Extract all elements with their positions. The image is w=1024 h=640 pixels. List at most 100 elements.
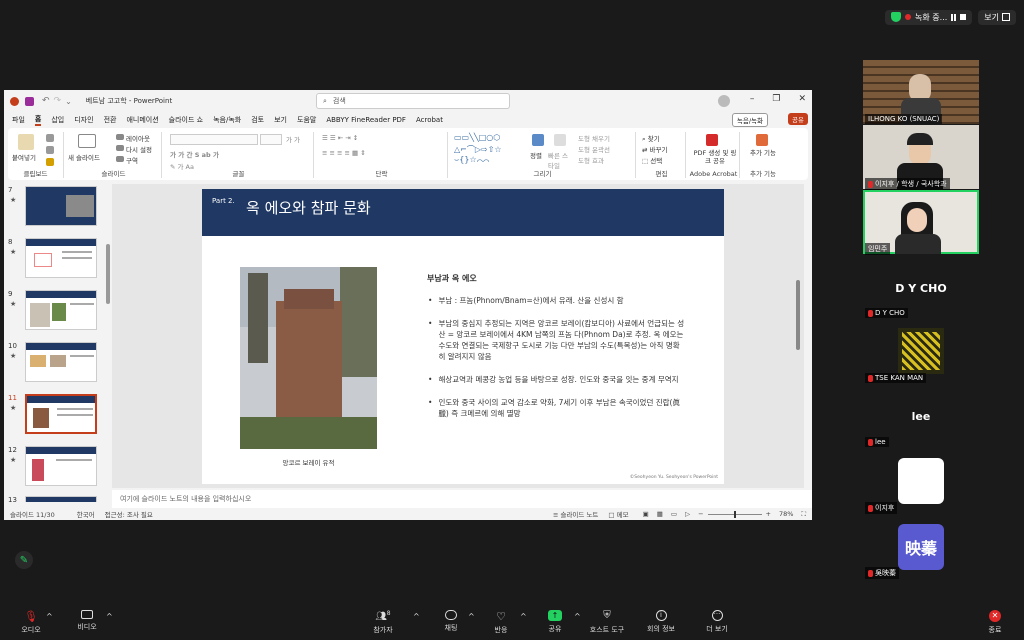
- notes-field[interactable]: 여기에 슬라이드 노트의 내용을 입력하십시오: [112, 490, 812, 508]
- find-button[interactable]: ⌕ 찾기: [642, 133, 660, 144]
- menu-file[interactable]: 파일: [12, 115, 25, 125]
- layout-icon[interactable]: [116, 134, 124, 140]
- zoom-slider[interactable]: [707, 510, 762, 518]
- quick-styles-label[interactable]: 빠른 스타일: [548, 150, 572, 170]
- thumbnail-scrollbar[interactable]: [106, 244, 110, 304]
- pdf-icon[interactable]: [706, 134, 718, 146]
- pause-icon[interactable]: [951, 13, 957, 21]
- reset-label[interactable]: 다시 설정: [126, 144, 152, 154]
- arrange-icon[interactable]: [532, 134, 544, 146]
- addins-label[interactable]: 추가 기능: [748, 149, 778, 157]
- copy-icon[interactable]: [46, 146, 54, 154]
- addins-icon[interactable]: [756, 134, 768, 146]
- thumbnail-slide-12[interactable]: 12 ★: [4, 446, 100, 490]
- font-size-dropdown[interactable]: [260, 134, 282, 145]
- search-input[interactable]: ⌕ 검색: [316, 93, 510, 109]
- participants-options-icon[interactable]: ^: [413, 612, 420, 621]
- recording-indicator[interactable]: 녹화 중...: [885, 9, 973, 25]
- menu-record[interactable]: 녹음/녹화: [213, 115, 241, 125]
- accessibility-status[interactable]: 접근성: 조사 필요: [105, 509, 153, 519]
- shape-fill-label[interactable]: 도형 채우기: [578, 133, 610, 143]
- paste-label[interactable]: 붙여넣기: [12, 152, 36, 162]
- font-style-icons[interactable]: 가 가 간 S ab 가: [170, 149, 219, 159]
- reactions-button[interactable]: ♡ 반응: [476, 610, 526, 635]
- menu-design[interactable]: 디자인: [74, 115, 93, 125]
- thumbnail-slide-10[interactable]: 10 ★: [4, 342, 100, 386]
- language[interactable]: 한국어: [77, 509, 95, 519]
- new-slide-icon[interactable]: [78, 134, 96, 148]
- end-meeting-button[interactable]: ✕ 종료: [970, 610, 1020, 635]
- meeting-info-button[interactable]: i 회의 정보: [636, 610, 686, 634]
- menu-transitions[interactable]: 전환: [104, 115, 117, 125]
- menu-review[interactable]: 검토: [251, 115, 264, 125]
- avatar[interactable]: [718, 95, 730, 107]
- menu-abbyy[interactable]: ABBYY FineReader PDF: [326, 116, 406, 124]
- save-icon[interactable]: [25, 96, 34, 106]
- zoom-out-icon[interactable]: −: [698, 510, 703, 518]
- more-button[interactable]: ··· 더 보기: [692, 610, 742, 634]
- slide-editor[interactable]: Part 2. 옥 에오와 참파 문화 앙코르 보레이 유적 부남과 옥 에오 …: [106, 184, 804, 488]
- section-icon[interactable]: [116, 156, 124, 162]
- align-icons[interactable]: ≡ ≡ ≡ ≡ ▦ ⇕: [322, 149, 366, 157]
- reactions-options-icon[interactable]: ^: [520, 612, 527, 621]
- menu-animations[interactable]: 애니메이션: [126, 115, 158, 125]
- stop-icon[interactable]: [960, 14, 967, 20]
- menu-view[interactable]: 보기: [274, 115, 287, 125]
- audio-options-icon[interactable]: ^: [46, 612, 53, 621]
- annotate-pen-icon[interactable]: ✎: [15, 551, 33, 569]
- share-screen-button[interactable]: ↑ 공유: [530, 610, 580, 634]
- record-button[interactable]: 녹음/녹화: [731, 113, 768, 127]
- list-icons[interactable]: ☰ ☰ ⇤ ⇥ ↕: [322, 134, 358, 142]
- shapes-gallery-row3[interactable]: ⌣{}☆⌒⌒: [454, 155, 489, 165]
- format-painter-icon[interactable]: [46, 158, 54, 166]
- close-icon[interactable]: ✕: [798, 94, 806, 104]
- host-tools-button[interactable]: ⛨ 호스트 도구: [582, 610, 632, 635]
- menu-insert[interactable]: 삽입: [51, 115, 64, 125]
- comments-toggle[interactable]: □ 메모: [608, 509, 628, 519]
- share-options-icon[interactable]: ^: [574, 612, 581, 621]
- menu-home[interactable]: 홈: [34, 114, 42, 126]
- menu-help[interactable]: 도움말: [297, 115, 316, 125]
- replace-button[interactable]: ⇄ 바꾸기: [642, 144, 667, 154]
- cut-icon[interactable]: [46, 134, 54, 142]
- paste-icon[interactable]: [18, 134, 34, 150]
- normal-view-icon[interactable]: ▣: [643, 510, 649, 518]
- shape-effects-label[interactable]: 도형 효과: [578, 155, 604, 165]
- menu-acrobat[interactable]: Acrobat: [416, 116, 443, 124]
- reading-view-icon[interactable]: ▭: [671, 510, 677, 518]
- reset-icon[interactable]: [116, 145, 124, 151]
- font-name-dropdown[interactable]: [170, 134, 258, 145]
- thumbnail-slide-11[interactable]: 11 ★: [4, 394, 100, 438]
- new-slide-label[interactable]: 새 슬라이드: [68, 152, 100, 162]
- zoom-level[interactable]: 78%: [779, 510, 793, 518]
- thumbnail-slide-7[interactable]: 7 ★: [4, 186, 100, 230]
- section-label[interactable]: 구역: [126, 155, 138, 165]
- quick-styles-icon[interactable]: [554, 134, 566, 146]
- share-button[interactable]: 공유: [788, 113, 808, 125]
- maximize-icon[interactable]: ❐: [772, 94, 780, 104]
- pdf-share-label[interactable]: PDF 생성 및 링크 공유: [692, 149, 738, 165]
- select-button[interactable]: ⬚ 선택: [642, 155, 662, 165]
- slide-scrollbar[interactable]: [796, 280, 800, 350]
- arrange-label[interactable]: 정렬: [530, 150, 542, 160]
- shape-outline-label[interactable]: 도형 윤곽선: [578, 144, 610, 154]
- font-grow-icon[interactable]: 가 가: [286, 134, 300, 144]
- thumbnail-slide-8[interactable]: 8 ★: [4, 238, 100, 282]
- chat-options-icon[interactable]: ^: [468, 612, 475, 621]
- zoom-slider-thumb[interactable]: [733, 510, 736, 518]
- sorter-view-icon[interactable]: ▦: [657, 510, 663, 518]
- video-options-icon[interactable]: ^: [106, 612, 113, 621]
- zoom-in-icon[interactable]: +: [766, 510, 771, 518]
- menu-slideshow[interactable]: 슬라이드 쇼: [169, 115, 203, 125]
- video-button[interactable]: 비디오: [62, 610, 112, 632]
- undo-icon[interactable]: ↶: [42, 96, 50, 106]
- customize-icon[interactable]: ⌄: [65, 97, 72, 106]
- fit-slide-icon[interactable]: ⛶: [801, 510, 806, 519]
- minimize-icon[interactable]: –: [750, 94, 755, 104]
- notes-toggle[interactable]: ≡ 슬라이드 노트: [553, 509, 598, 519]
- slideshow-view-icon[interactable]: ▷: [685, 510, 690, 518]
- participants-button[interactable]: 👥︎8 참가자: [358, 610, 408, 635]
- thumbnail-slide-9[interactable]: 9 ★: [4, 290, 100, 334]
- current-slide[interactable]: Part 2. 옥 에오와 참파 문화 앙코르 보레이 유적 부남과 옥 에오 …: [202, 189, 724, 484]
- thumbnail-slide-13[interactable]: 13: [4, 496, 100, 502]
